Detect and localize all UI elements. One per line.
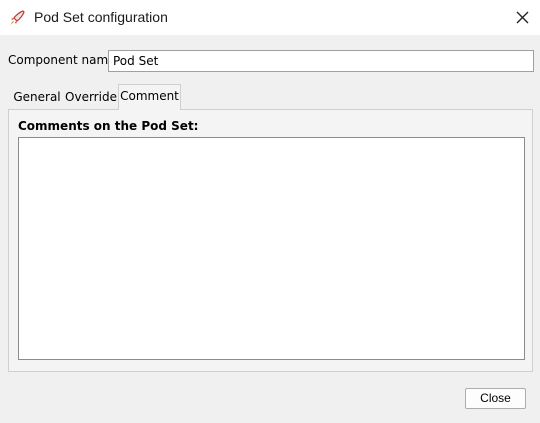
tab-comment[interactable]: Comment (118, 84, 181, 110)
rocket-icon (8, 9, 26, 27)
component-name-label: Component name: (8, 53, 120, 67)
component-name-field[interactable]: Pod Set (108, 50, 534, 72)
close-button[interactable]: Close (465, 388, 526, 409)
close-icon[interactable] (508, 6, 536, 30)
tab-general[interactable]: General (10, 87, 64, 109)
title-bar: Pod Set configuration (0, 0, 540, 35)
tab-override[interactable]: Override (64, 87, 118, 109)
dialog-window: Pod Set configuration Component name: Po… (0, 0, 540, 423)
comments-label: Comments on the Pod Set: (18, 119, 199, 133)
comments-textarea[interactable] (18, 137, 525, 360)
window-title: Pod Set configuration (34, 9, 168, 25)
